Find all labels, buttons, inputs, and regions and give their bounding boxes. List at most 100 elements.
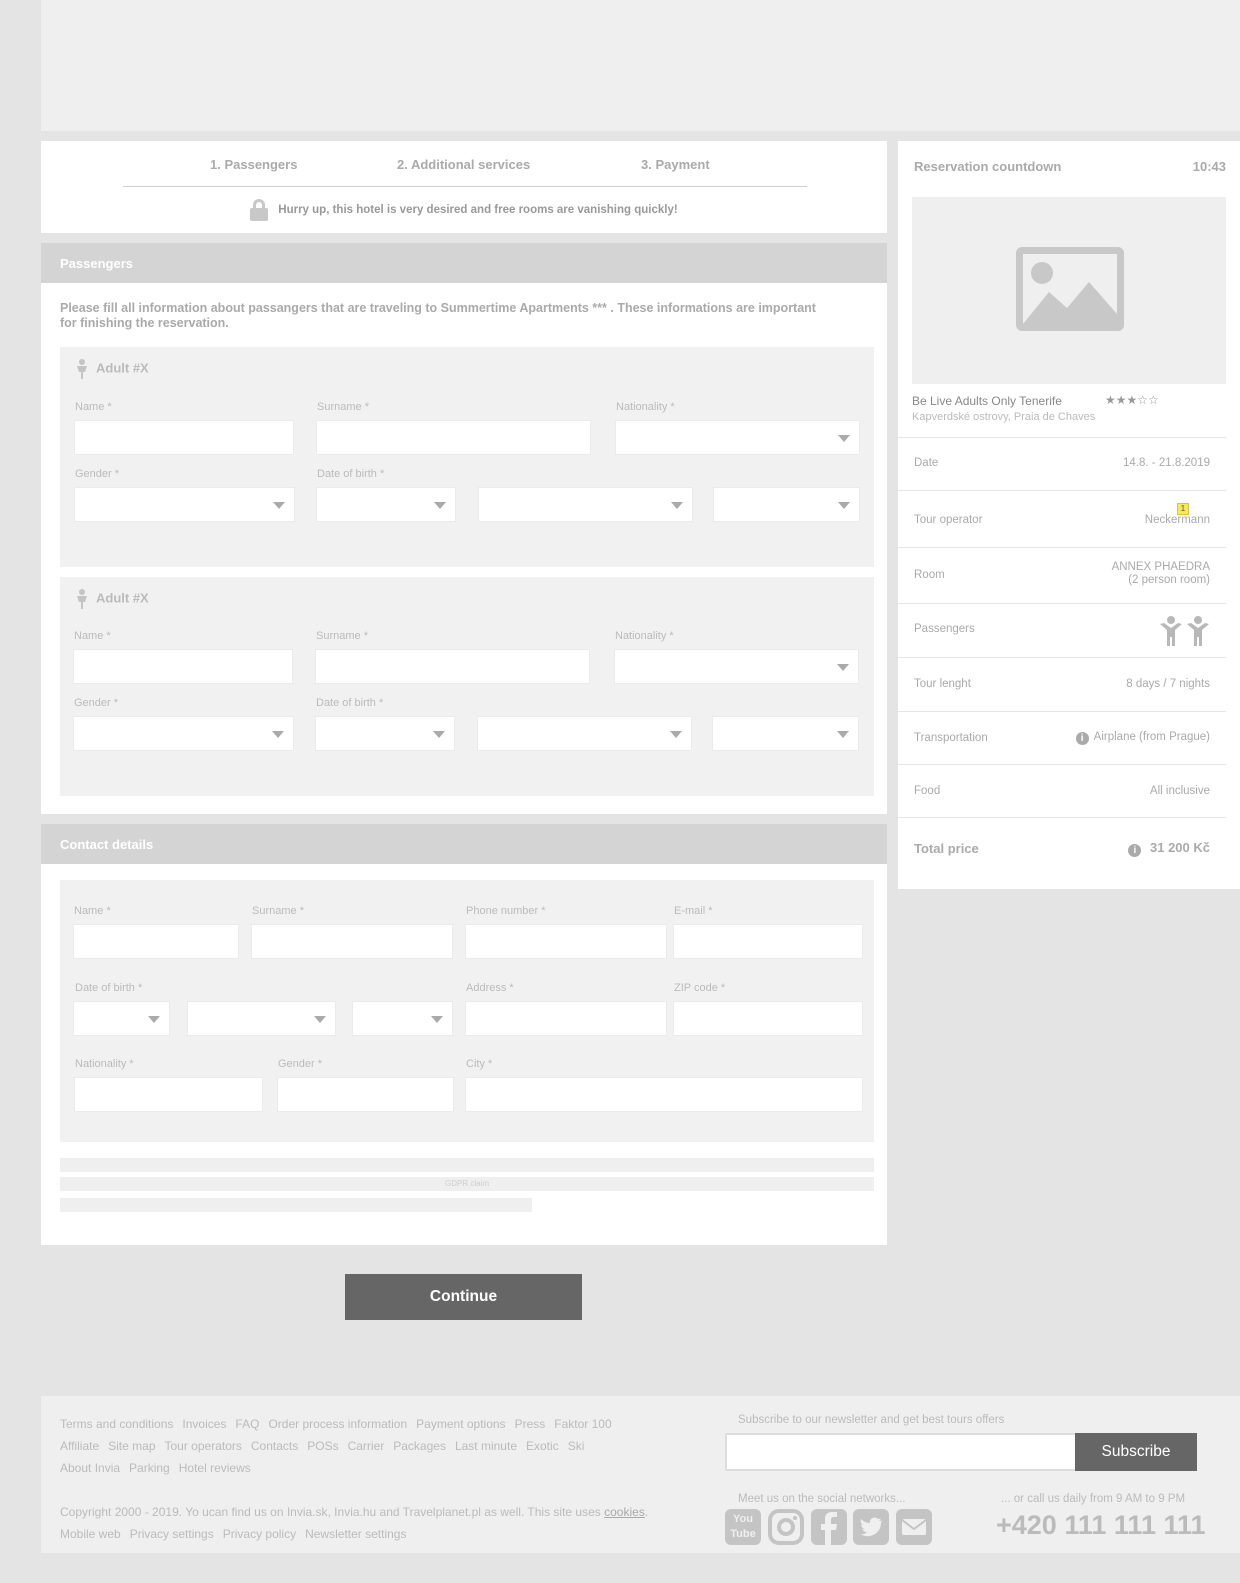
instagram-icon[interactable]	[768, 1509, 804, 1545]
address-input[interactable]	[465, 1001, 667, 1036]
name-input[interactable]	[73, 924, 239, 959]
transport-label: Transportation	[914, 732, 988, 744]
youtube-icon[interactable]: You Tube	[725, 1509, 761, 1545]
gender-input[interactable]	[277, 1077, 454, 1112]
row-room: Room ANNEX PHAEDRA (2 person room)	[898, 547, 1226, 603]
city-input[interactable]	[465, 1077, 863, 1112]
name-input[interactable]	[74, 420, 294, 455]
gender-select[interactable]	[74, 487, 295, 522]
footer-link[interactable]: Terms and conditions	[60, 1417, 173, 1431]
nationality-select[interactable]	[615, 420, 860, 455]
surname-input[interactable]	[251, 924, 453, 959]
contact-panel: Name * Surname * Phone number * E-mail *…	[60, 880, 874, 1142]
city-label: City *	[466, 1058, 493, 1070]
hurry-notice: Hurry up, this hotel is very desired and…	[41, 199, 887, 221]
info-icon[interactable]: i	[1075, 732, 1089, 745]
surname-label: Surname *	[317, 401, 369, 413]
passengers-intro: Please fill all information about passan…	[60, 301, 816, 330]
footer-link[interactable]: Privacy policy	[223, 1527, 296, 1541]
top-banner	[41, 0, 1240, 131]
nationality-label: Nationality *	[615, 630, 674, 642]
footer-link[interactable]: Parking	[129, 1461, 170, 1475]
contact-section: Contact details Name * Surname * Phone n…	[41, 824, 887, 1245]
dob-year-select[interactable]	[352, 1001, 453, 1036]
footer-link[interactable]: About Invia	[60, 1461, 120, 1475]
footer-link[interactable]: Order process information	[268, 1417, 407, 1431]
step-passengers[interactable]: 1. Passengers	[210, 157, 297, 172]
surname-input[interactable]	[316, 420, 591, 455]
footer-link[interactable]: Last minute	[455, 1439, 517, 1453]
footer-link[interactable]: FAQ	[235, 1417, 259, 1431]
food-value: All inclusive	[1149, 785, 1210, 797]
footer-link[interactable]: Press	[515, 1417, 546, 1431]
row-tour-length: Tour lenght 8 days / 7 nights	[898, 657, 1226, 711]
operator-badge: 1	[1177, 503, 1189, 515]
footer-link[interactable]: Payment options	[416, 1417, 505, 1431]
footer-link[interactable]: Site map	[108, 1439, 155, 1453]
nationality-select[interactable]	[614, 649, 859, 684]
facebook-icon[interactable]	[811, 1509, 847, 1545]
nationality-input[interactable]	[74, 1077, 263, 1112]
cookies-link[interactable]: cookies	[604, 1505, 645, 1519]
row-date: Date 14.8. - 21.8.2019	[898, 437, 1226, 489]
dob-day-select[interactable]	[73, 1001, 170, 1036]
footer-link[interactable]: Affiliate	[60, 1439, 99, 1453]
dob-year-select[interactable]	[712, 716, 859, 751]
dob-year-select[interactable]	[713, 487, 860, 522]
placeholder-bar	[60, 1198, 532, 1212]
gender-select[interactable]	[73, 716, 294, 751]
surname-label: Surname *	[316, 630, 368, 642]
footer: Terms and conditions Invoices FAQ Order pro…	[41, 1396, 1240, 1553]
name-input[interactable]	[73, 649, 293, 684]
step-payment[interactable]: 3. Payment	[641, 157, 710, 172]
lock-icon	[250, 199, 269, 221]
footer-link[interactable]: Packages	[393, 1439, 446, 1453]
dob-month-select[interactable]	[477, 716, 692, 751]
footer-link[interactable]: Tour operators	[165, 1439, 242, 1453]
phone-number[interactable]: +420 111 111 111	[996, 1510, 1206, 1541]
gender-label: Gender *	[74, 697, 119, 709]
row-passengers: Passengers	[898, 603, 1226, 657]
reservation-summary: Reservation countdown 10:43 Be Live Adul…	[898, 141, 1240, 889]
footer-link[interactable]: Mobile web	[60, 1527, 121, 1541]
transport-value: i Airplane (from Prague)	[1075, 731, 1210, 745]
adult-panel: Adult #X Name * Surname * Nationality * …	[60, 347, 874, 567]
hotel-name[interactable]: Be Live Adults Only Tenerife	[912, 394, 1062, 408]
footer-link[interactable]: Carrier	[348, 1439, 385, 1453]
footer-link[interactable]: Contacts	[251, 1439, 298, 1453]
dob-month-select[interactable]	[187, 1001, 336, 1036]
zip-input[interactable]	[673, 1001, 863, 1036]
countdown-value: 10:43	[1192, 159, 1226, 174]
dob-month-select[interactable]	[478, 487, 693, 522]
countdown-label: Reservation countdown	[914, 159, 1062, 174]
dob-day-select[interactable]	[316, 487, 456, 522]
footer-link[interactable]: Newsletter settings	[305, 1527, 406, 1541]
footer-link[interactable]: Hotel reviews	[179, 1461, 251, 1475]
email-input[interactable]	[673, 924, 863, 959]
newsletter-email-input[interactable]	[725, 1433, 1077, 1471]
star-rating: ★★★☆☆	[1105, 393, 1159, 407]
twitter-icon[interactable]	[853, 1509, 889, 1545]
operator-value: Neckermann 1	[1144, 503, 1210, 526]
footer-links: About Invia Parking Hotel reviews	[60, 1461, 260, 1475]
footer-link[interactable]: Exotic	[526, 1439, 559, 1453]
phone-input[interactable]	[465, 924, 667, 959]
length-label: Tour lenght	[914, 678, 971, 690]
footer-link[interactable]: Invoices	[182, 1417, 226, 1431]
info-icon[interactable]: i	[1128, 844, 1142, 857]
person-icon	[77, 359, 87, 379]
row-transportation: Transportation i Airplane (from Prague)	[898, 711, 1226, 764]
email-icon[interactable]	[896, 1509, 932, 1545]
date-label: Date	[914, 457, 939, 469]
footer-link[interactable]: Privacy settings	[130, 1527, 214, 1541]
footer-link[interactable]: Ski	[568, 1439, 585, 1453]
step-additional-services[interactable]: 2. Additional services	[397, 157, 530, 172]
footer-links: Affiliate Site map Tour operators Contacts P…	[60, 1439, 593, 1453]
steps-divider	[123, 186, 807, 187]
subscribe-button[interactable]: Subscribe	[1075, 1433, 1197, 1471]
continue-button[interactable]: Continue	[345, 1274, 582, 1320]
dob-day-select[interactable]	[315, 716, 455, 751]
surname-input[interactable]	[315, 649, 590, 684]
footer-link[interactable]: POSs	[307, 1439, 338, 1453]
footer-link[interactable]: Faktor 100	[554, 1417, 611, 1431]
